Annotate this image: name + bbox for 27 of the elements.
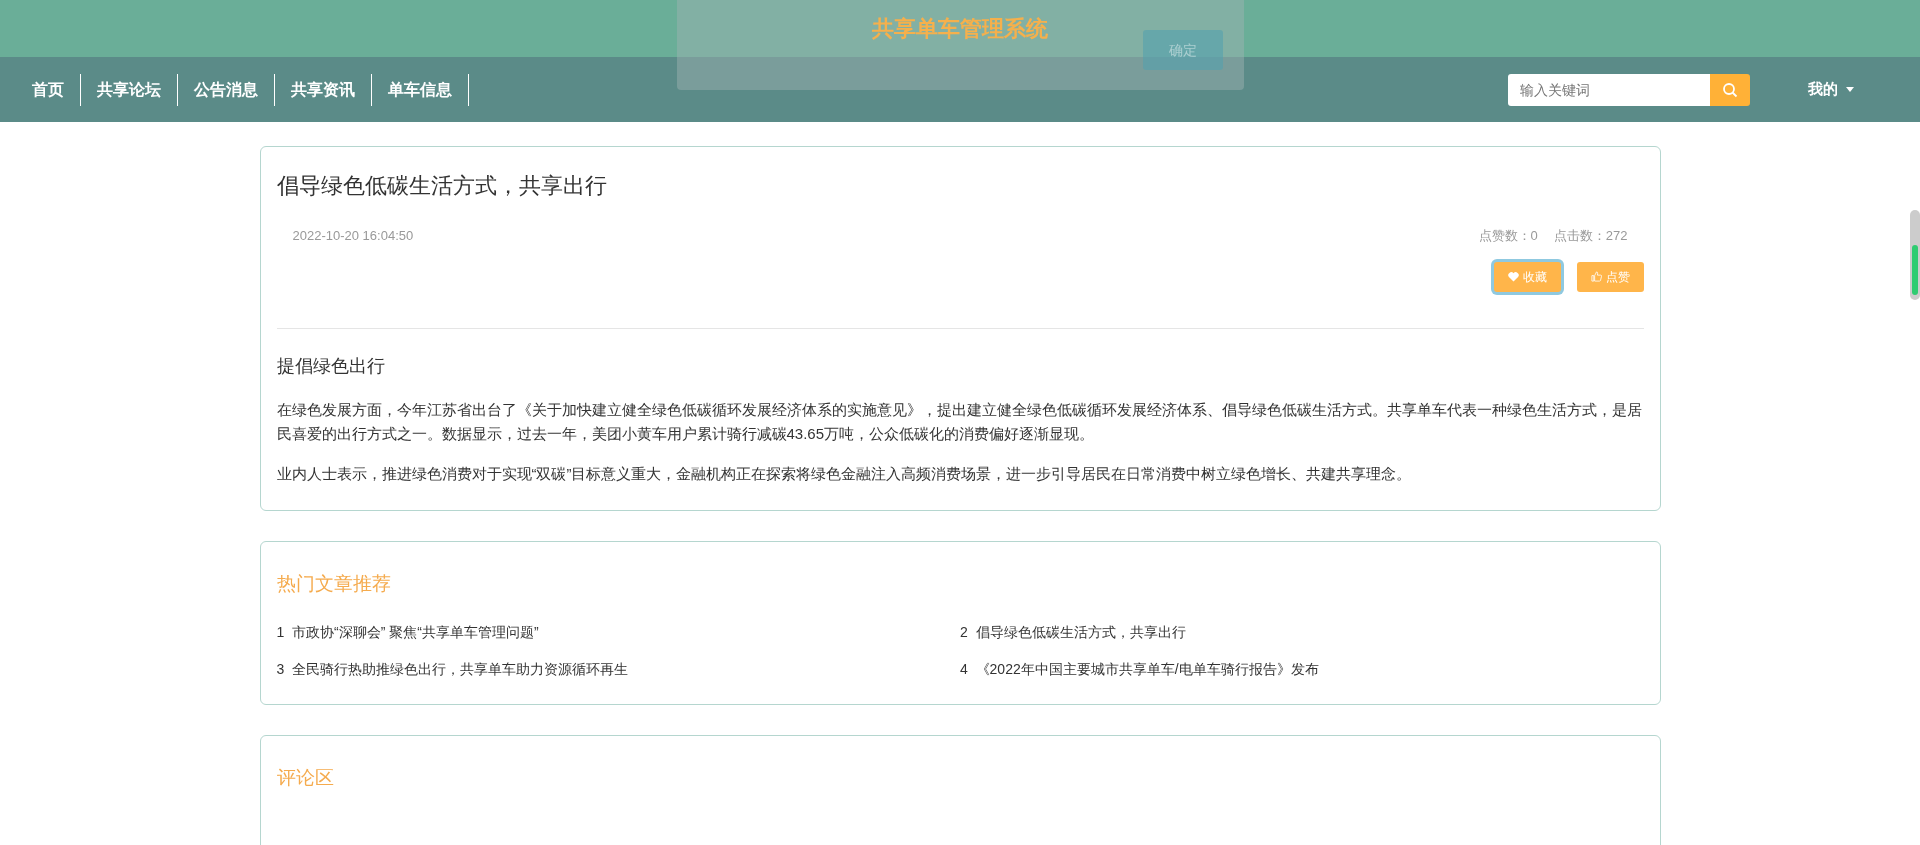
search-field[interactable]: 输入关键词 xyxy=(1508,73,1710,106)
search-button[interactable] xyxy=(1710,73,1750,106)
section-heading: 提倡绿色出行 xyxy=(276,354,386,378)
site-title: 共享单车管理系统 xyxy=(872,15,1048,43)
click-count: 点击数：272 xyxy=(1553,227,1628,245)
thumbs-up-icon xyxy=(1590,271,1602,282)
nav-link[interactable]: 单车信息 xyxy=(372,73,469,106)
article-link[interactable]: 3 全民骑行热助推绿色出行，共享单车助力资源循环再生 xyxy=(276,661,629,677)
article-link[interactable]: 1 市政协“深聊会” 聚焦“共享单车管理问题” xyxy=(276,624,539,640)
paragraph: 在绿色发展方面，今年江苏省出台了《关于加快建立健全绿色低碳循环发展经济体系的实施意见》，提出建立健全绿色低碳循环发展经济体系、倡导绿色低碳生活方式。共享单车代表一种绿色生活方式，是居民喜爱的出行方式之一。数据显示，过去一年，美团小黄车用户累计骑行减碳43.65万吨，公众低碳化的消费偏好逐渐显现。 xyxy=(276,399,1643,444)
nav-link[interactable]: 共享资讯 xyxy=(275,73,372,106)
section-title: 评论区 xyxy=(276,766,335,790)
paragraph: 业内人士表示，推进绿色消费对于实现“双碳”目标意义重大，金融机构正在探索将绿色金融注入高频消费场景，进一步引导居民在日常消费中树立绿色增长、共建共享理念。 xyxy=(276,463,1413,484)
scrollbar[interactable] xyxy=(1910,210,1920,300)
article-link[interactable]: 4 《2022年中国主要城市共享单车/电单车骑行报告》发布 xyxy=(960,661,1319,677)
article-title: 倡导绿色低碳生活方式，共享出行 xyxy=(276,172,608,200)
nav-link[interactable]: 首页 xyxy=(16,73,81,106)
section-title: 热门文章推荐 xyxy=(276,571,392,596)
heart-icon xyxy=(1507,271,1519,282)
article-link[interactable]: 2 倡导绿色低碳生活方式，共享出行 xyxy=(960,624,1186,640)
nav-link[interactable]: 共享论坛 xyxy=(81,73,178,106)
caret-icon xyxy=(1846,87,1854,92)
like-count: 点赞数：0 xyxy=(1478,227,1538,245)
publish-time: 2022-10-20 16:04:50 xyxy=(292,227,414,245)
search-icon xyxy=(1722,81,1738,98)
user-menu[interactable]: 我的 xyxy=(1802,77,1860,102)
nav-link[interactable]: 公告消息 xyxy=(178,73,275,106)
